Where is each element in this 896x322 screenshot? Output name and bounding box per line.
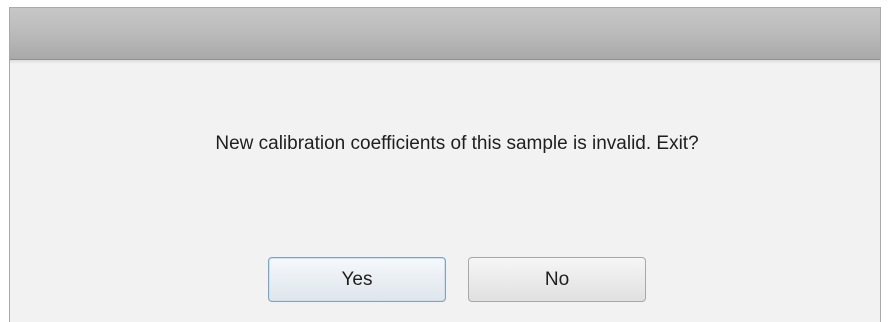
confirmation-dialog: New calibration coefficients of this sam… [9,7,881,322]
titlebar-divider [10,60,880,64]
no-button[interactable]: No [468,257,646,302]
dialog-message-container: New calibration coefficients of this sam… [10,132,880,156]
yes-button[interactable]: Yes [268,257,446,302]
yes-button-label: Yes [341,268,373,290]
dialog-message: New calibration coefficients of this sam… [215,133,699,154]
page: New calibration coefficients of this sam… [0,0,896,322]
dialog-titlebar[interactable] [10,8,880,60]
no-button-label: No [544,268,570,290]
